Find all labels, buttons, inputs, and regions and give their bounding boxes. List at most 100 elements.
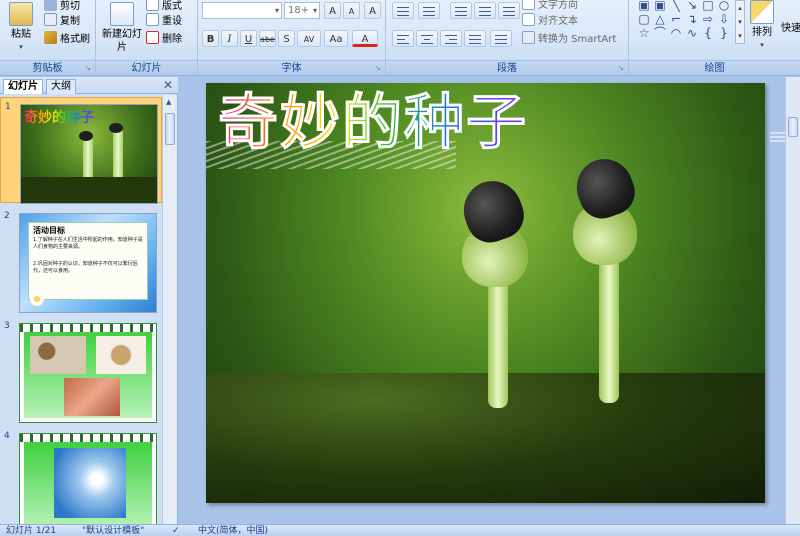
reset-label: 重设: [162, 16, 182, 27]
copy-button[interactable]: 复制: [44, 12, 80, 27]
arrange-button[interactable]: 排列 ▾: [749, 0, 775, 52]
slide-3-photo-sweet-potatoes: [64, 378, 120, 416]
align-center-button[interactable]: [416, 30, 438, 47]
shape-elbow-connector-icon[interactable]: ⌐: [669, 12, 683, 26]
delete-slide-button[interactable]: 删除: [146, 30, 182, 45]
editor-scrollbar-thumb[interactable]: [788, 117, 798, 137]
clear-format-button[interactable]: A: [364, 2, 381, 19]
bullets-button[interactable]: [392, 2, 414, 19]
tab-outline[interactable]: 大纲: [46, 79, 76, 94]
line-spacing-button[interactable]: [498, 2, 520, 19]
char-spacing-button[interactable]: AV: [297, 30, 321, 47]
underline-button[interactable]: U: [240, 30, 257, 47]
slide-thumbnail-4[interactable]: 4: [0, 427, 162, 524]
italic-button[interactable]: I: [221, 30, 238, 47]
shapes-gallery-scroll[interactable]: ▴ ▾ ▾: [735, 0, 745, 44]
shape-star-icon[interactable]: ☆: [637, 26, 651, 40]
shape-curve-icon[interactable]: ⌒: [653, 26, 667, 40]
shape-wave-icon[interactable]: ∿: [685, 26, 699, 40]
font-size-combo[interactable]: 18+ ▾: [284, 2, 320, 19]
shape-textbox-icon[interactable]: ▣: [637, 0, 651, 12]
slide-3-preview: [19, 323, 157, 423]
shadow-button[interactable]: S: [278, 30, 295, 47]
shape-rectangle-icon[interactable]: □: [701, 0, 715, 12]
paste-icon: [9, 2, 33, 26]
numbering-button[interactable]: [418, 2, 440, 19]
align-text-button[interactable]: 对齐文本: [522, 12, 578, 27]
layout-button[interactable]: 版式: [146, 0, 182, 12]
format-painter-button[interactable]: 格式刷: [44, 30, 90, 45]
columns-button[interactable]: [490, 30, 512, 47]
tab-slides[interactable]: 幻灯片: [3, 79, 43, 94]
slide-editor: 奇妙的种子: [179, 77, 800, 524]
layout-label: 版式: [162, 1, 182, 12]
align-text-label: 对齐文本: [538, 16, 578, 27]
slide-4-binding-rings: [20, 434, 156, 442]
shape-arc-icon[interactable]: ◠: [669, 26, 683, 40]
shape-rounded-rect-icon[interactable]: ▢: [637, 12, 651, 26]
slide-thumbnail-3[interactable]: 3: [0, 317, 162, 423]
scrollbar-thumb[interactable]: [165, 113, 175, 145]
strikethrough-button[interactable]: abe: [259, 30, 276, 47]
increase-indent-button[interactable]: [474, 2, 496, 19]
slide-2-flower-icon: [30, 292, 44, 306]
justify-button[interactable]: [464, 30, 486, 47]
decrease-indent-button[interactable]: [450, 2, 472, 19]
moss-ground: [206, 373, 765, 503]
dialog-launcher-icon[interactable]: ↘: [375, 64, 383, 72]
shape-down-arrow-icon[interactable]: ⇩: [717, 12, 731, 26]
shape-triangle-icon[interactable]: △: [653, 12, 667, 26]
shape-elbow-arrow-icon[interactable]: ↴: [685, 12, 699, 26]
paragraph-group-label: 段落: [386, 60, 628, 75]
text-direction-button[interactable]: 文字方向: [522, 0, 578, 11]
align-left-button[interactable]: [392, 30, 414, 47]
seedling-right-stem: [599, 253, 619, 403]
slide-3-binding-rings: [20, 324, 156, 332]
change-case-button[interactable]: Aa: [324, 30, 348, 47]
shape-right-arrow-icon[interactable]: ⇨: [701, 12, 715, 26]
editor-scrollbar[interactable]: [785, 77, 800, 524]
thumbnail-scrollbar[interactable]: ▲: [162, 95, 177, 524]
bold-button[interactable]: B: [202, 30, 219, 47]
cut-button[interactable]: 剪切: [44, 0, 80, 12]
slide-2-preview: 活动目标 1.了解种子在人们生活中所起的作用。知道种子是人们食物的主要来源。 2…: [19, 213, 157, 313]
paste-button[interactable]: 粘贴 ▾: [6, 2, 36, 54]
shape-arrow-line-icon[interactable]: ↘: [685, 0, 699, 12]
font-size-value: 18+: [288, 5, 310, 16]
reset-button[interactable]: 重设: [146, 12, 182, 27]
dialog-launcher-icon[interactable]: ↘: [85, 64, 93, 72]
paste-label: 粘贴: [11, 29, 31, 40]
shapes-gallery[interactable]: ▣ ▣ ╲ ↘ □ ○ ▢ △ ⌐ ↴ ⇨ ⇩ ☆ ⌒ ◠ ∿ { }: [633, 0, 733, 46]
shape-left-brace-icon[interactable]: {: [701, 26, 715, 40]
grow-font-button[interactable]: A: [324, 2, 341, 19]
copy-icon: [44, 13, 57, 26]
new-slide-button[interactable]: 新建幻灯片: [102, 2, 142, 54]
scroll-up-icon[interactable]: ▲: [166, 98, 171, 106]
smartart-button[interactable]: 转换为 SmartArt: [522, 30, 616, 45]
slide-thumbnail-1[interactable]: 1 奇妙的种子: [0, 97, 162, 204]
slide-title[interactable]: 奇妙的种子: [218, 87, 528, 159]
shrink-font-button[interactable]: A: [343, 2, 360, 19]
close-icon[interactable]: ✕: [163, 78, 173, 92]
dialog-launcher-icon[interactable]: ↘: [618, 64, 626, 72]
font-color-button[interactable]: A: [352, 30, 378, 47]
align-right-button[interactable]: [440, 30, 462, 47]
spellcheck-icon[interactable]: ✓: [172, 525, 180, 536]
quick-styles-button[interactable]: 快速: [779, 22, 800, 35]
chevron-down-icon: ▾: [760, 41, 764, 49]
shape-right-brace-icon[interactable]: }: [717, 26, 731, 40]
slide-number: 2: [4, 211, 10, 221]
shape-textbox-vertical-icon[interactable]: ▣: [653, 0, 667, 12]
slide-number: 4: [4, 431, 10, 441]
copy-label: 复制: [60, 16, 80, 27]
slide-2-heading: 活动目标: [33, 226, 65, 235]
seedling-left-stem: [488, 273, 508, 408]
shape-line-icon[interactable]: ╲: [669, 0, 683, 12]
ribbon: 粘贴 ▾ 剪切 复制 格式刷 剪贴板 ↘ 新建幻灯片 版式 重设 删除 幻灯片 …: [0, 0, 800, 76]
text-direction-label: 文字方向: [538, 0, 578, 11]
slide-thumbnail-2[interactable]: 2 活动目标 1.了解种子在人们生活中所起的作用。知道种子是人们食物的主要来源。…: [0, 207, 162, 313]
current-slide[interactable]: 奇妙的种子: [206, 83, 765, 503]
font-name-combo[interactable]: ▾: [202, 2, 282, 19]
shape-oval-icon[interactable]: ○: [717, 0, 731, 12]
slide-1-title: 奇妙的种子: [24, 107, 94, 127]
